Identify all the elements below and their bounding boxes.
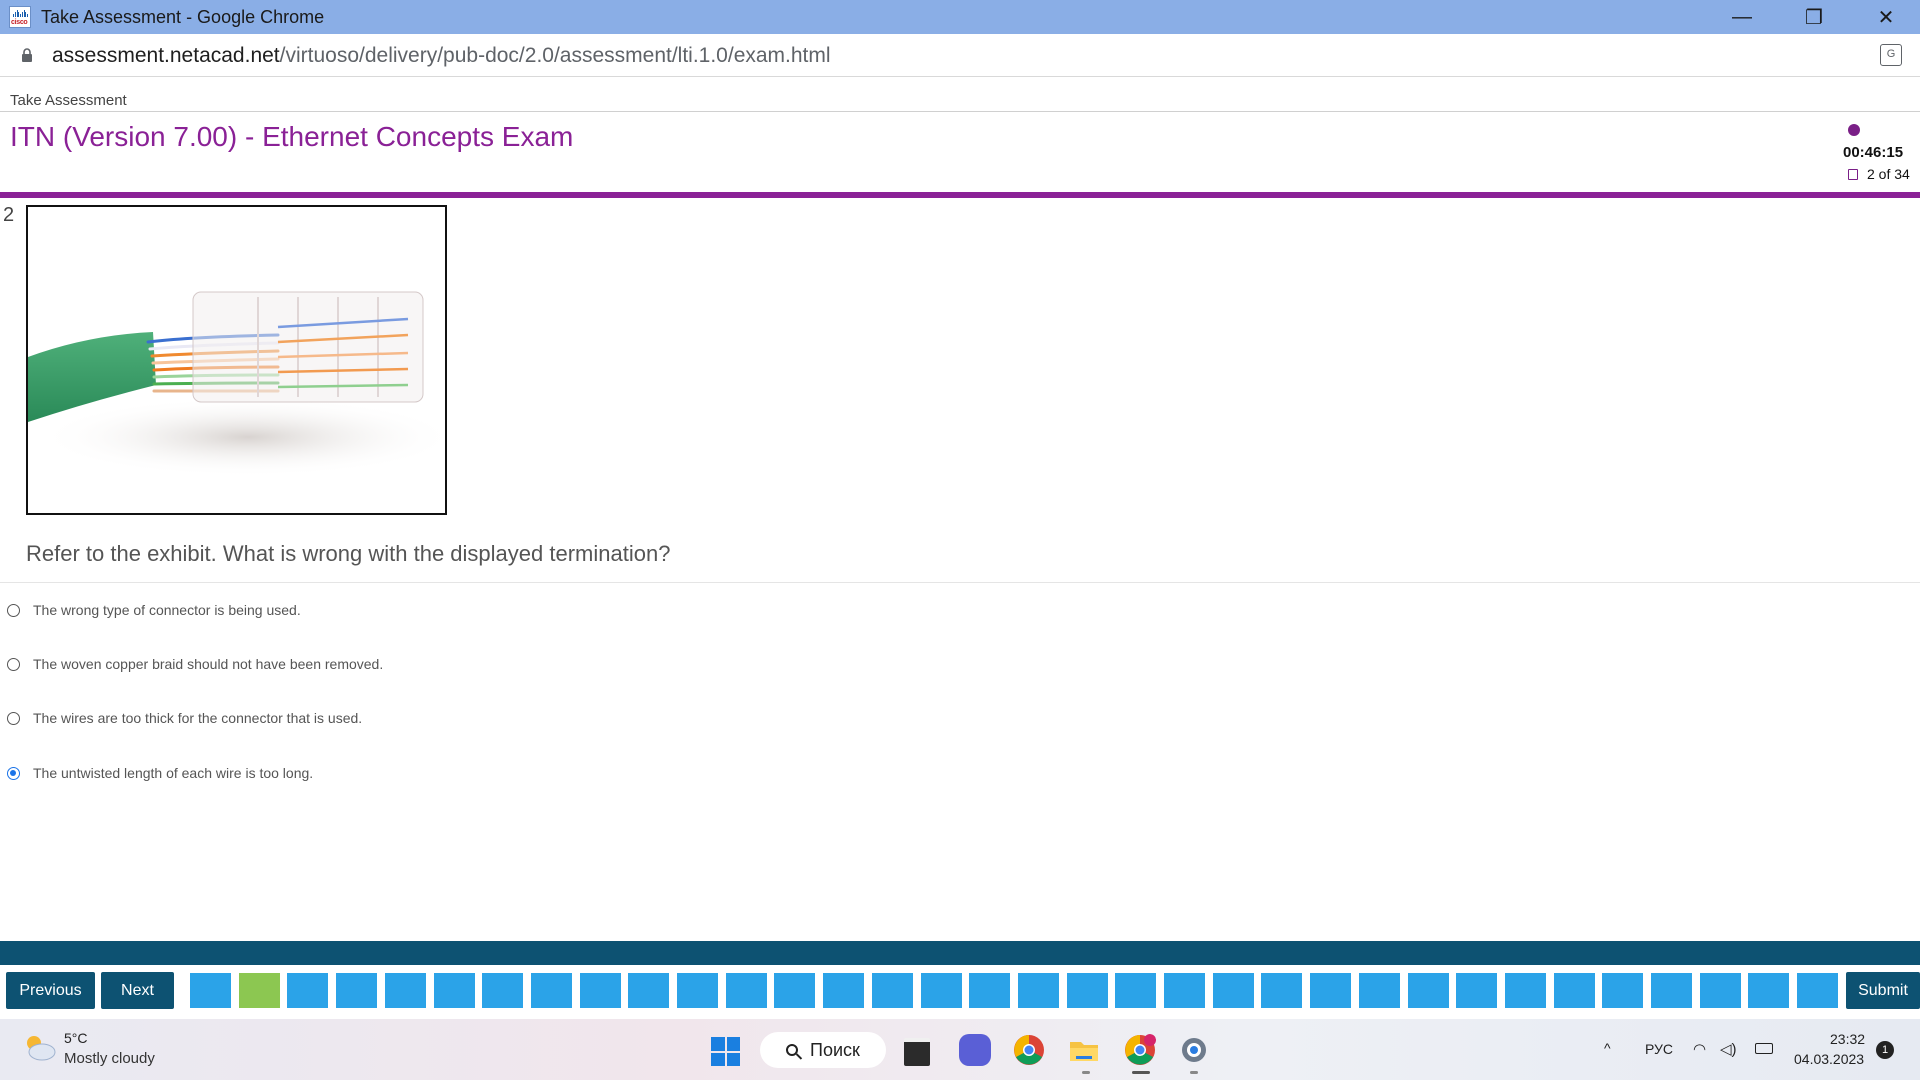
question-nav-box[interactable] (726, 973, 767, 1008)
lock-icon[interactable] (21, 48, 33, 62)
translate-icon[interactable]: G (1880, 44, 1902, 66)
minimize-button[interactable]: — (1712, 0, 1772, 34)
previous-button[interactable]: Previous (6, 972, 95, 1009)
question-nav-box[interactable] (823, 973, 864, 1008)
question-nav-box[interactable] (969, 973, 1010, 1008)
question-nav-box[interactable] (1797, 973, 1838, 1008)
taskbar-indicator-active (1132, 1071, 1150, 1074)
clock-date[interactable]: 04.03.2023 (1794, 1051, 1864, 1067)
question-nav-box[interactable] (336, 973, 377, 1008)
question-nav-box[interactable] (287, 973, 328, 1008)
answer-label[interactable]: The wires are too thick for the connecto… (33, 710, 362, 726)
exam-title: ITN (Version 7.00) - Ethernet Concepts E… (10, 121, 574, 152)
question-nav-box[interactable] (1554, 973, 1595, 1008)
breadcrumb: Take Assessment (10, 92, 127, 109)
question-nav-box[interactable] (1310, 973, 1351, 1008)
answer-label[interactable]: The woven copper braid should not have b… (33, 656, 383, 672)
question-nav-box[interactable] (1700, 973, 1741, 1008)
question-nav-box[interactable] (385, 973, 426, 1008)
question-nav-box[interactable] (1651, 973, 1692, 1008)
question-nav-box[interactable] (774, 973, 815, 1008)
question-nav-box[interactable] (1748, 973, 1789, 1008)
rj45-cable-illustration (28, 291, 445, 477)
question-nav-box[interactable] (1018, 973, 1059, 1008)
chrome-profile-icon[interactable] (1124, 1034, 1156, 1066)
battery-icon[interactable] (1755, 1043, 1773, 1054)
answer-option-4[interactable]: The untwisted length of each wire is too… (7, 762, 313, 784)
question-divider (0, 582, 1920, 583)
question-nav-box[interactable] (434, 973, 475, 1008)
question-nav-box[interactable] (1164, 973, 1205, 1008)
question-nav-box[interactable] (872, 973, 913, 1008)
header-accent-bar (0, 192, 1920, 198)
taskbar-search[interactable]: Поиск (760, 1032, 886, 1068)
url-text[interactable]: assessment.netacad.net/virtuoso/delivery… (52, 44, 831, 68)
question-nav-box[interactable] (482, 973, 523, 1008)
notification-badge[interactable]: 1 (1876, 1041, 1894, 1059)
question-nav-box[interactable] (531, 973, 572, 1008)
question-nav-box[interactable] (677, 973, 718, 1008)
question-nav-box[interactable] (1359, 973, 1400, 1008)
tray-overflow-chevron-icon[interactable]: ^ (1604, 1040, 1611, 1056)
timer: 00:46:15 (1843, 144, 1904, 161)
question-nav-box[interactable] (239, 973, 280, 1008)
question-nav-box[interactable] (1067, 973, 1108, 1008)
window-title-bar: cisco Take Assessment - Google Chrome — … (0, 0, 1920, 34)
close-button[interactable]: ✕ (1856, 0, 1916, 34)
navigation-strip (0, 941, 1920, 965)
radio-button[interactable] (7, 711, 20, 725)
keyboard-language[interactable]: РУС (1645, 1041, 1673, 1057)
wifi-icon[interactable]: ◠ (1693, 1040, 1706, 1058)
radio-button[interactable] (7, 657, 20, 671)
submit-button[interactable]: Submit (1846, 972, 1920, 1009)
weather-cloud-icon[interactable] (22, 1032, 56, 1062)
window-title: Take Assessment - Google Chrome (41, 7, 325, 27)
chrome-icon[interactable] (1013, 1034, 1045, 1066)
question-nav-box[interactable] (1408, 973, 1449, 1008)
radio-button-selected[interactable] (7, 766, 20, 780)
question-count: 2 of 34 (1867, 166, 1910, 182)
weather-temperature[interactable]: 5°C (64, 1030, 88, 1046)
exhibit-image (26, 205, 447, 515)
answer-option-2[interactable]: The woven copper braid should not have b… (7, 653, 383, 675)
answer-label[interactable]: The wrong type of connector is being use… (33, 602, 301, 618)
clock-icon (1848, 124, 1860, 136)
settings-icon[interactable] (1178, 1034, 1210, 1066)
answer-option-1[interactable]: The wrong type of connector is being use… (7, 599, 301, 621)
task-view-icon[interactable] (904, 1038, 930, 1066)
answer-label[interactable]: The untwisted length of each wire is too… (33, 765, 313, 781)
search-icon (786, 1044, 798, 1056)
weather-description[interactable]: Mostly cloudy (64, 1050, 155, 1067)
cisco-app-icon: cisco (9, 6, 31, 28)
restore-button[interactable]: ❐ (1784, 0, 1844, 34)
windows-start-icon[interactable] (711, 1037, 740, 1066)
question-nav-box[interactable] (921, 973, 962, 1008)
question-text: Refer to the exhibit. What is wrong with… (26, 541, 671, 566)
question-nav-box[interactable] (1456, 973, 1497, 1008)
question-nav-box[interactable] (1505, 973, 1546, 1008)
address-bar[interactable]: assessment.netacad.net/virtuoso/delivery… (0, 34, 1920, 77)
volume-icon[interactable]: ◁) (1720, 1040, 1737, 1058)
url-host: assessment.netacad.net (52, 44, 280, 67)
clock-time[interactable]: 23:32 (1830, 1031, 1865, 1047)
radio-button[interactable] (7, 603, 20, 617)
question-nav-box[interactable] (628, 973, 669, 1008)
url-path: /virtuoso/delivery/pub-doc/2.0/assessmen… (279, 44, 831, 67)
taskbar-indicator (1190, 1071, 1198, 1074)
question-number: 2 (3, 204, 15, 226)
next-button[interactable]: Next (101, 972, 174, 1009)
answer-option-3[interactable]: The wires are too thick for the connecto… (7, 707, 362, 729)
teams-meet-icon[interactable] (959, 1034, 991, 1066)
question-nav-box[interactable] (1261, 973, 1302, 1008)
header-divider (0, 111, 1920, 112)
question-nav-box[interactable] (1602, 973, 1643, 1008)
file-explorer-icon[interactable] (1068, 1034, 1100, 1066)
taskbar-indicator (1082, 1071, 1090, 1074)
question-nav-box[interactable] (1115, 973, 1156, 1008)
question-nav-box[interactable] (1213, 973, 1254, 1008)
question-nav-box[interactable] (580, 973, 621, 1008)
question-nav-box[interactable] (190, 973, 231, 1008)
search-label: Поиск (810, 1039, 860, 1060)
document-icon (1848, 169, 1858, 180)
